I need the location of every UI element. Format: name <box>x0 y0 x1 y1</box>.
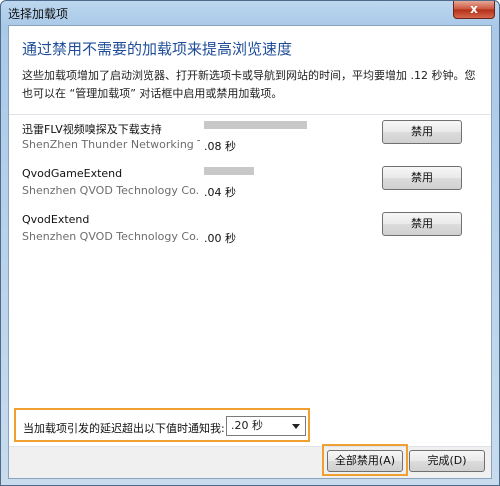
addon-publisher: Shenzhen QVOD Technology Co.,L <box>22 230 200 243</box>
disable-button[interactable]: 禁用 <box>382 166 462 190</box>
close-icon: x <box>470 2 478 16</box>
addon-name: QvodGameExtend <box>22 167 123 180</box>
addon-row: 迅雷FLV视频嗅探及下载支持 ShenZhen Thunder Networki… <box>9 117 491 163</box>
addon-load-time: .04 秒 <box>204 186 236 199</box>
addon-load-time: .08 秒 <box>204 140 236 153</box>
load-time-bar <box>204 121 307 129</box>
chevron-down-icon <box>292 424 300 429</box>
page-title: 通过禁用不需要的加载项来提高浏览速度 <box>22 40 293 58</box>
disable-button[interactable]: 禁用 <box>382 120 462 144</box>
done-button[interactable]: 完成(D) <box>409 450 485 472</box>
description-text: 这些加载项增加了启动浏览器、打开新选项卡或导航到网站的时间，平均要增加 .12 … <box>22 69 476 100</box>
load-time-bar <box>204 167 254 175</box>
window-title: 选择加载项 <box>8 7 69 21</box>
notify-threshold-label: 当加载项引发的延迟超出以下值时通知我: <box>23 422 225 435</box>
addon-row: QvodGameExtend Shenzhen QVOD Technology … <box>9 163 491 209</box>
dialog-content: 通过禁用不需要的加载项来提高浏览速度 这些加载项增加了启动浏览器、打开新选项卡或… <box>8 25 492 479</box>
addon-publisher: ShenZhen Thunder Networking Te <box>22 138 200 151</box>
addon-name: QvodExtend <box>22 213 90 226</box>
addon-row: QvodExtend Shenzhen QVOD Technology Co.,… <box>9 209 491 255</box>
close-button[interactable]: x <box>453 1 495 19</box>
addon-load-time: .00 秒 <box>204 232 236 245</box>
notify-threshold-select[interactable]: .20 秒 <box>226 416 306 436</box>
addon-publisher: Shenzhen QVOD Technology Co.,L <box>22 184 200 197</box>
disable-all-button[interactable]: 全部禁用(A) <box>327 450 403 472</box>
add-ons-dialog: 选择加载项 x 通过禁用不需要的加载项来提高浏览速度 这些加载项增加了启动浏览器… <box>0 0 500 486</box>
title-bar[interactable]: 选择加载项 x <box>1 1 499 23</box>
divider <box>9 114 491 115</box>
notify-threshold-group: 当加载项引发的延迟超出以下值时通知我: .20 秒 <box>14 408 310 442</box>
addon-name: 迅雷FLV视频嗅探及下载支持 <box>22 123 162 136</box>
selected-value: .20 秒 <box>231 419 263 432</box>
disable-button[interactable]: 禁用 <box>382 212 462 236</box>
